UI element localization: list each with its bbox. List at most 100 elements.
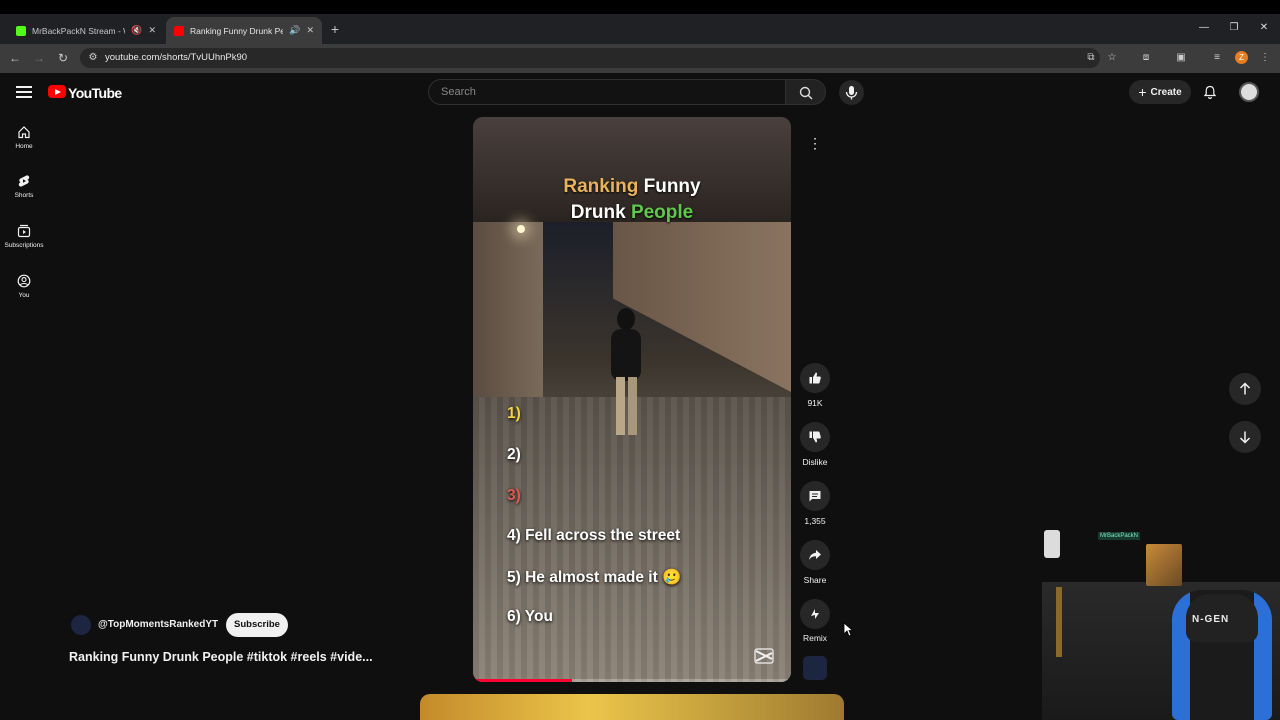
site-info-icon[interactable]: ⚙ xyxy=(86,51,100,65)
video-progress-fill xyxy=(473,679,572,682)
comments-button[interactable] xyxy=(800,481,830,511)
thumbs-up-icon xyxy=(809,372,821,384)
title-word-ranking: Ranking xyxy=(563,176,639,197)
new-tab-icon[interactable]: + xyxy=(328,21,342,37)
sound-channel-thumbnail[interactable] xyxy=(803,656,827,680)
guide-label: You xyxy=(18,292,30,299)
guide-label: Subscriptions xyxy=(4,242,44,249)
webcam-tiger-poster xyxy=(1146,544,1182,586)
plus-icon: + xyxy=(1138,84,1147,100)
hamburger-menu-icon[interactable] xyxy=(16,84,32,100)
maximize-icon[interactable]: ❐ xyxy=(1227,21,1241,35)
tab-title: Ranking Funny Drunk Peop xyxy=(190,25,284,36)
rank-item-3: 3) xyxy=(507,487,521,504)
guide-item-you[interactable]: You xyxy=(0,274,48,299)
mouse-cursor-icon xyxy=(843,622,853,637)
guide-item-home[interactable]: Home xyxy=(0,125,48,150)
guide-label: Shorts xyxy=(14,192,34,199)
shorts-icon xyxy=(18,175,30,187)
youtube-favicon-icon xyxy=(174,25,184,36)
rank-item-1: 1) xyxy=(507,405,521,422)
video-walking-person xyxy=(611,308,641,435)
minimize-icon[interactable]: — xyxy=(1197,21,1211,35)
rank-item-6: 6) You xyxy=(507,608,553,625)
webcam-chair-brand: N-GEN xyxy=(1192,614,1230,625)
title-word-drunk: Drunk xyxy=(570,202,626,223)
youtube-logo-icon[interactable] xyxy=(48,85,66,98)
comment-count: 1,355 xyxy=(804,516,826,526)
search-input[interactable] xyxy=(428,79,786,105)
muted-speaker-icon[interactable]: 🔇 xyxy=(131,25,142,36)
like-count: 91K xyxy=(807,398,823,408)
close-tab-icon[interactable]: ✕ xyxy=(306,25,314,36)
shorts-video-player[interactable]: Ranking Funny Drunk People 1) 2) 3) 4) F… xyxy=(473,117,791,682)
video-street-lamp xyxy=(517,225,525,233)
back-icon[interactable]: ← xyxy=(7,50,23,66)
guide-label: Home xyxy=(15,143,33,150)
thumbs-down-icon xyxy=(809,431,821,443)
browser-profile-avatar[interactable]: Z xyxy=(1235,51,1248,64)
reload-icon[interactable]: ↻ xyxy=(55,50,71,66)
forward-icon[interactable]: → xyxy=(31,50,47,66)
streamer-webcam-overlay: MrBackPackN N-GEN xyxy=(1042,522,1280,720)
dislike-button[interactable] xyxy=(800,422,830,452)
short-title-link[interactable]: Ranking Funny Drunk People #tiktok #reel… xyxy=(69,650,373,664)
webcam-device xyxy=(1044,530,1060,558)
close-tab-icon[interactable]: ✕ xyxy=(148,25,156,36)
speaker-icon[interactable]: 🔊 xyxy=(289,25,300,36)
browser-menu-icon[interactable]: ⋮ xyxy=(1258,51,1272,65)
tab-title: MrBackPackN Stream - Wa xyxy=(32,25,126,36)
create-label: Create xyxy=(1150,86,1182,98)
you-icon xyxy=(17,274,31,288)
screen-top-strip xyxy=(0,0,1280,14)
account-avatar[interactable] xyxy=(1239,82,1259,102)
comment-icon xyxy=(809,491,821,502)
home-icon xyxy=(18,126,30,139)
create-button[interactable]: + Create xyxy=(1129,80,1191,104)
rank-item-4: 4) Fell across the street xyxy=(507,527,681,544)
video-overlay-title: Ranking Funny Drunk People xyxy=(473,174,791,226)
subscribe-button[interactable]: Subscribe xyxy=(226,613,288,637)
share-button[interactable] xyxy=(800,540,830,570)
webcam-bottle xyxy=(1056,587,1062,657)
remix-icon xyxy=(811,609,819,619)
url-text: youtube.com/shorts/TvUUhnPk90 xyxy=(105,52,248,63)
previous-short-button[interactable] xyxy=(1229,373,1261,405)
voice-search-button[interactable] xyxy=(839,80,864,105)
rank-item-5: 5) He almost made it 🥲 xyxy=(507,569,682,586)
side-panel-icon[interactable]: ▣ xyxy=(1174,51,1188,65)
remix-label: Remix xyxy=(802,633,828,643)
media-control-icon[interactable]: ≡ xyxy=(1210,51,1224,65)
title-word-people: People xyxy=(630,202,694,223)
next-short-button[interactable] xyxy=(1229,421,1261,453)
capcut-watermark-icon xyxy=(754,648,774,664)
remix-button[interactable] xyxy=(800,599,830,629)
browser-tab-shorts[interactable]: Ranking Funny Drunk Peop 🔊 ✕ xyxy=(166,17,322,44)
like-button[interactable] xyxy=(800,363,830,393)
notifications-bell-icon[interactable] xyxy=(1203,85,1217,99)
microphone-icon xyxy=(845,86,858,100)
channel-avatar[interactable] xyxy=(71,615,91,635)
share-arrow-icon xyxy=(809,550,821,560)
bookmark-star-icon[interactable]: ☆ xyxy=(1105,51,1119,65)
arrow-up-icon xyxy=(1239,382,1251,395)
kick-favicon-icon xyxy=(16,25,26,36)
extensions-icon[interactable]: ⧈ xyxy=(1139,51,1153,65)
youtube-wordmark[interactable]: YouTube xyxy=(68,85,122,101)
next-short-preview[interactable] xyxy=(420,694,844,720)
install-icon[interactable]: ⧉ xyxy=(1084,51,1098,65)
channel-handle-link[interactable]: @TopMomentsRankedYT xyxy=(98,619,218,630)
close-window-icon[interactable]: ✕ xyxy=(1257,21,1271,35)
subscriptions-icon xyxy=(17,224,31,238)
guide-item-subscriptions[interactable]: Subscriptions xyxy=(0,224,48,249)
share-label: Share xyxy=(803,575,827,585)
dislike-label: Dislike xyxy=(802,457,828,467)
guide-item-shorts[interactable]: Shorts xyxy=(0,174,48,199)
search-button[interactable] xyxy=(786,79,826,105)
arrow-down-icon xyxy=(1239,431,1251,444)
browser-tab-stream[interactable]: MrBackPackN Stream - Wa 🔇 ✕ xyxy=(8,17,164,44)
webcam-streamer-tag: MrBackPackN xyxy=(1098,532,1141,540)
title-word-funny: Funny xyxy=(643,176,701,197)
more-vertical-icon: ⋮ xyxy=(808,134,822,151)
more-options-button[interactable]: ⋮ xyxy=(800,128,830,158)
